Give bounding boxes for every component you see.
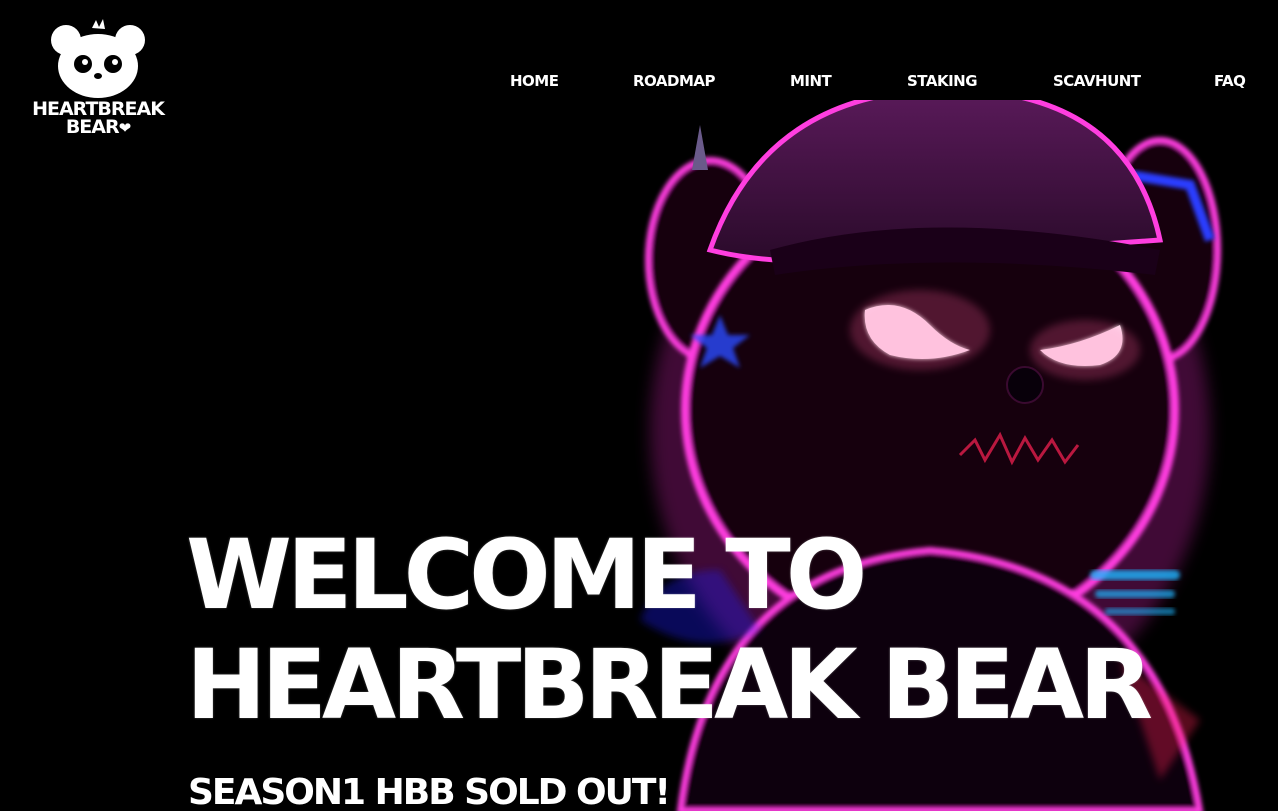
broken-heart-icon: ❤ bbox=[118, 119, 132, 137]
page: HEARTBREAK BEAR❤ HOME ROADMAP MINT STAKI… bbox=[0, 0, 1278, 811]
main-nav: HOME ROADMAP MINT STAKING SCAVHUNT FAQ bbox=[510, 72, 1250, 94]
logo-text-line2-word: BEAR bbox=[65, 116, 120, 138]
hero-title-line2: HEARTBREAK BEAR bbox=[186, 629, 1153, 741]
nav-item-mint[interactable]: MINT bbox=[790, 72, 832, 90]
nav-item-scavhunt[interactable]: SCAVHUNT bbox=[1053, 72, 1141, 90]
hero-title: WELCOME TO HEARTBREAK BEAR bbox=[186, 519, 1153, 741]
site-logo[interactable]: HEARTBREAK BEAR❤ bbox=[30, 18, 166, 143]
nav-item-faq[interactable]: FAQ bbox=[1214, 72, 1246, 90]
hero-title-line1: WELCOME TO bbox=[186, 519, 867, 631]
nav-item-home[interactable]: HOME bbox=[510, 72, 559, 90]
nav-item-staking[interactable]: STAKING bbox=[907, 72, 978, 90]
nav-item-roadmap[interactable]: ROADMAP bbox=[633, 72, 716, 90]
logo-text-line2: BEAR❤ bbox=[30, 116, 166, 138]
bear-head-logo-icon bbox=[51, 19, 145, 98]
hero-subtitle: SEASON1 HBB SOLD OUT! bbox=[188, 772, 671, 811]
